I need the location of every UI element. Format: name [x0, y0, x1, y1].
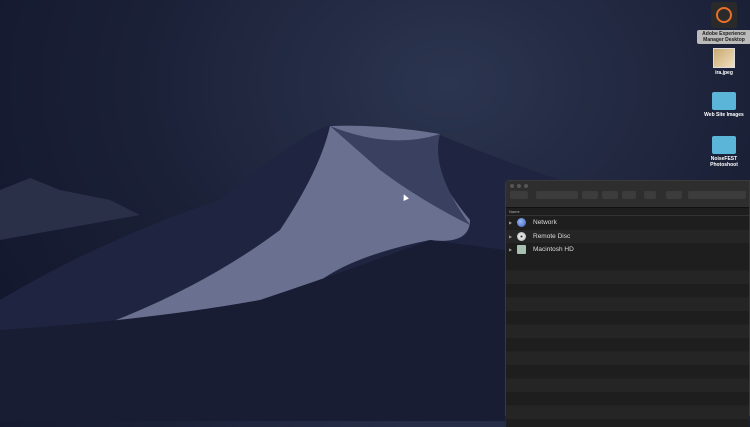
close-button[interactable] — [510, 184, 514, 188]
view-mode-buttons[interactable] — [536, 191, 578, 199]
minimize-button[interactable] — [517, 184, 521, 188]
disclosure-triangle-icon[interactable]: ▶ — [509, 247, 517, 252]
folder-icon — [712, 92, 736, 110]
group-button[interactable] — [582, 191, 598, 199]
share-button[interactable] — [622, 191, 636, 199]
aem-app-icon — [711, 2, 737, 28]
zoom-button[interactable] — [524, 184, 528, 188]
network-globe-icon — [517, 218, 526, 228]
column-header-name[interactable]: Name — [506, 208, 749, 216]
dropbox-button[interactable] — [666, 191, 682, 199]
finder-window: Name ▶ Network ▶ Remote Disc ▶ Macintosh HD — [505, 180, 750, 427]
list-item-macintosh-hd[interactable]: ▶ Macintosh HD — [506, 243, 749, 257]
desktop-icon-noisefest-photoshoot[interactable]: NoiseFEST Photoshoot — [699, 136, 749, 168]
desktop-icon-web-site-images[interactable]: Web Site Images — [699, 92, 749, 118]
disclosure-triangle-icon[interactable]: ▶ — [509, 234, 517, 239]
hard-drive-icon — [517, 245, 526, 255]
desktop-icon-aem[interactable]: Adobe Experience Manager Desktop — [697, 2, 750, 44]
desktop-icon-ira-jpeg[interactable]: ira.jpeg — [699, 48, 749, 76]
tag-button[interactable] — [644, 191, 656, 199]
image-thumbnail-icon — [713, 48, 735, 68]
list-item-remote-disc[interactable]: ▶ Remote Disc — [506, 229, 749, 243]
folder-icon — [712, 136, 736, 154]
action-gear-button[interactable] — [602, 191, 618, 199]
empty-list-area — [506, 256, 749, 427]
finder-toolbar — [506, 181, 749, 208]
disclosure-triangle-icon[interactable]: ▶ — [509, 220, 517, 225]
list-item-network[interactable]: ▶ Network — [506, 216, 749, 230]
search-input[interactable] — [688, 191, 746, 199]
back-forward-buttons[interactable] — [510, 191, 528, 199]
disc-icon — [517, 231, 526, 241]
